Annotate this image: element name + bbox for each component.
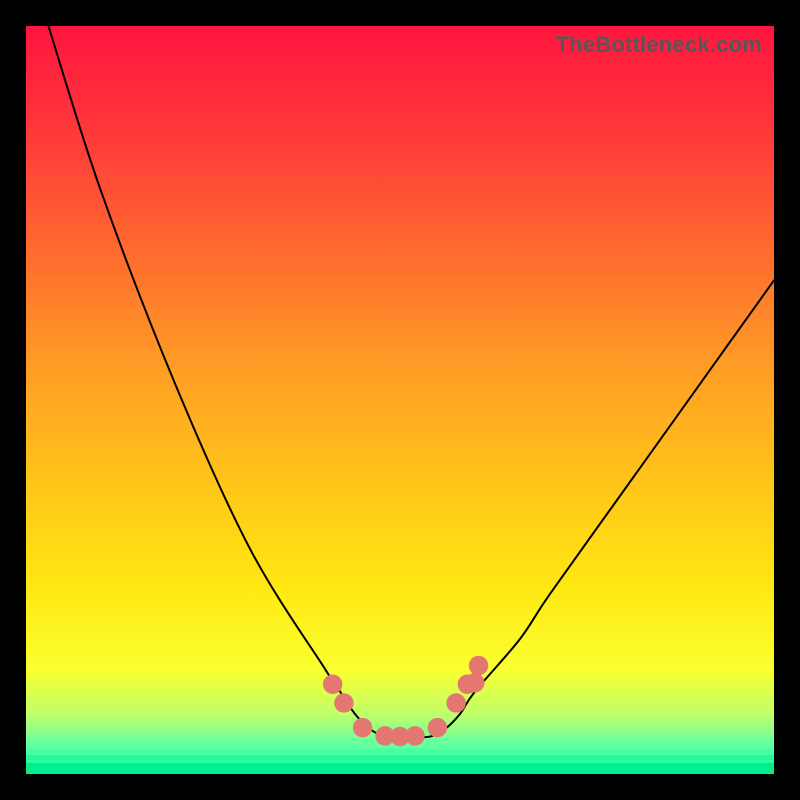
bottleneck-curve xyxy=(48,26,774,737)
curve-markers xyxy=(323,656,488,747)
marker-dot xyxy=(428,718,447,737)
marker-dot xyxy=(405,726,424,745)
curve-overlay xyxy=(26,26,774,774)
marker-dot xyxy=(469,656,488,675)
marker-dot xyxy=(446,693,465,712)
marker-dot xyxy=(334,693,353,712)
chart-frame: TheBottleneck.com xyxy=(26,26,774,774)
marker-dot xyxy=(465,673,484,692)
marker-dot xyxy=(353,718,372,737)
marker-dot xyxy=(323,675,342,694)
watermark-text: TheBottleneck.com xyxy=(556,32,762,58)
